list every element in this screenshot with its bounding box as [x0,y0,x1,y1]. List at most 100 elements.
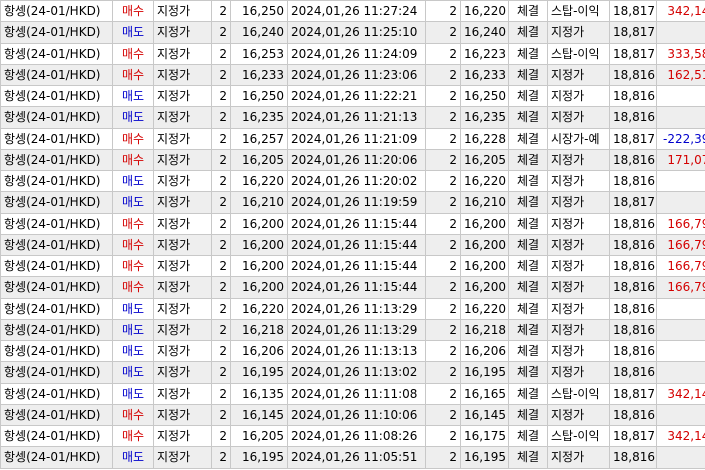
table-row[interactable]: 항셍(24-01/HKD) 매도 지정가 2 16,206 2024,01,26 11:1… [0,339,705,363]
executed-quantity-cell: 2 [425,0,461,23]
executed-quantity-cell: 2 [425,382,461,405]
profit-loss-cell: 171,070 [656,148,705,172]
order-quantity-cell: 2 [211,0,231,23]
order-condition-cell: 지정가 [547,361,610,384]
table-row[interactable]: 항셍(24-01/HKD) 매수 지정가 2 16,250 2024,01,26 11:2… [0,0,705,23]
trade-rows: 항셍(24-01/HKD) 매수 지정가 2 16,250 2024,01,26 11:2… [0,0,705,469]
table-row[interactable]: 항셍(24-01/HKD) 매도 지정가 2 16,210 2024,01,26 11:1… [0,191,705,214]
execution-status-cell: 체결 [508,191,548,214]
instrument-name-cell: 항셍(24-01/HKD) [0,276,113,299]
instrument-name-cell: 항셍(24-01/HKD) [0,403,113,427]
table-row[interactable]: 항셍(24-01/HKD) 매수 지정가 2 16,205 2024,01,26 11:2… [0,148,705,172]
order-price-cell: 16,200 [230,254,288,278]
table-row[interactable]: 항셍(24-01/HKD) 매도 지정가 2 16,195 2024,01,26 11:1… [0,361,705,384]
order-quantity-cell: 2 [211,318,231,342]
execution-status-cell: 체결 [508,297,548,320]
order-side-cell: 매수 [112,424,154,448]
executed-price-cell: 16,220 [460,297,509,320]
order-price-cell: 16,135 [230,382,288,405]
executed-quantity-cell: 2 [425,191,461,214]
instrument-name-cell: 항셍(24-01/HKD) [0,382,113,405]
instrument-name-cell: 항셍(24-01/HKD) [0,148,113,172]
table-row[interactable]: 항셍(24-01/HKD) 매수 지정가 2 16,200 2024,01,26 11:1… [0,233,705,257]
order-price-cell: 16,220 [230,169,288,193]
execution-status-cell: 체결 [508,212,548,235]
instrument-name-cell: 항셍(24-01/HKD) [0,339,113,363]
executed-quantity-cell: 2 [425,127,461,150]
order-quantity-cell: 2 [211,63,231,87]
order-price-cell: 16,200 [230,276,288,299]
order-side-cell: 매수 [112,42,154,65]
order-side-cell: 매도 [112,84,154,108]
table-row[interactable]: 항셍(24-01/HKD) 매도 지정가 2 16,220 2024,01,26 11:2… [0,169,705,193]
order-type-cell: 지정가 [153,297,212,320]
order-time-cell: 2024,01,26 11:20:06 [287,148,426,172]
execution-status-cell: 체결 [508,361,548,384]
current-price-cell: 18,817 [609,0,657,23]
profit-loss-cell: 342,140 [656,382,705,405]
order-quantity-cell: 2 [211,297,231,320]
order-type-cell: 지정가 [153,191,212,214]
executed-price-cell: 16,165 [460,382,509,405]
order-quantity-cell: 2 [211,106,231,129]
order-time-cell: 2024,01,26 11:21:09 [287,127,426,150]
profit-loss-cell: 333,586 [656,42,705,65]
order-type-cell: 지정가 [153,84,212,108]
order-quantity-cell: 2 [211,254,231,278]
current-price-cell: 18,816 [609,106,657,129]
table-row[interactable]: 항셍(24-01/HKD) 매도 지정가 2 16,135 2024,01,26 11:1… [0,382,705,405]
executed-price-cell: 16,223 [460,42,509,65]
executed-quantity-cell: 2 [425,297,461,320]
order-condition-cell: 지정가 [547,403,610,427]
table-row[interactable]: 항셍(24-01/HKD) 매도 지정가 2 16,240 2024,01,26 11:2… [0,21,705,44]
table-row[interactable]: 항셍(24-01/HKD) 매수 지정가 2 16,200 2024,01,26 11:1… [0,212,705,235]
table-row[interactable]: 항셍(24-01/HKD) 매수 지정가 2 16,257 2024,01,26 11:2… [0,127,705,150]
execution-status-cell: 체결 [508,446,548,469]
executed-price-cell: 16,206 [460,339,509,363]
current-price-cell: 18,816 [609,84,657,108]
current-price-cell: 18,816 [609,212,657,235]
execution-status-cell: 체결 [508,424,548,448]
executed-quantity-cell: 2 [425,276,461,299]
order-side-cell: 매수 [112,233,154,257]
order-time-cell: 2024,01,26 11:25:10 [287,21,426,44]
profit-loss-cell: 166,792 [656,276,705,299]
table-row[interactable]: 항셍(24-01/HKD) 매수 지정가 2 16,205 2024,01,26 11:0… [0,424,705,448]
order-condition-cell: 지정가 [547,63,610,87]
executed-price-cell: 16,240 [460,21,509,44]
order-price-cell: 16,218 [230,318,288,342]
table-row[interactable]: 항셍(24-01/HKD) 매수 지정가 2 16,253 2024,01,26 11:2… [0,42,705,65]
table-row[interactable]: 항셍(24-01/HKD) 매수 지정가 2 16,200 2024,01,26 11:1… [0,254,705,278]
order-price-cell: 16,205 [230,424,288,448]
order-condition-cell: 지정가 [547,191,610,214]
order-price-cell: 16,250 [230,84,288,108]
order-time-cell: 2024,01,26 11:15:44 [287,233,426,257]
profit-loss-cell: 0 [656,339,705,363]
profit-loss-cell: 166,792 [656,233,705,257]
order-condition-cell: 지정가 [547,276,610,299]
order-side-cell: 매도 [112,169,154,193]
current-price-cell: 18,817 [609,42,657,65]
order-type-cell: 지정가 [153,169,212,193]
execution-status-cell: 체결 [508,63,548,87]
table-row[interactable]: 항셍(24-01/HKD) 매도 지정가 2 16,218 2024,01,26 11:1… [0,318,705,342]
instrument-name-cell: 항셍(24-01/HKD) [0,297,113,320]
table-row[interactable]: 항셍(24-01/HKD) 매도 지정가 2 16,235 2024,01,26 11:2… [0,106,705,129]
order-time-cell: 2024,01,26 11:10:06 [287,403,426,427]
order-time-cell: 2024,01,26 11:05:51 [287,446,426,469]
table-row[interactable]: 항셍(24-01/HKD) 매수 지정가 2 16,200 2024,01,26 11:1… [0,276,705,299]
table-row[interactable]: 항셍(24-01/HKD) 매수 지정가 2 16,233 2024,01,26 11:2… [0,63,705,87]
order-quantity-cell: 2 [211,382,231,405]
table-row[interactable]: 항셍(24-01/HKD) 매도 지정가 2 16,220 2024,01,26 11:1… [0,297,705,320]
order-quantity-cell: 2 [211,233,231,257]
order-quantity-cell: 2 [211,169,231,193]
executed-price-cell: 16,145 [460,403,509,427]
order-side-cell: 매도 [112,21,154,44]
order-type-cell: 지정가 [153,424,212,448]
table-row[interactable]: 항셍(24-01/HKD) 매도 지정가 2 16,195 2024,01,26 11:0… [0,446,705,469]
table-row[interactable]: 항셍(24-01/HKD) 매수 지정가 2 16,145 2024,01,26 11:1… [0,403,705,427]
executed-quantity-cell: 2 [425,233,461,257]
table-row[interactable]: 항셍(24-01/HKD) 매도 지정가 2 16,250 2024,01,26 11:2… [0,84,705,108]
execution-status-cell: 체결 [508,148,548,172]
profit-loss-cell: 0 [656,318,705,342]
